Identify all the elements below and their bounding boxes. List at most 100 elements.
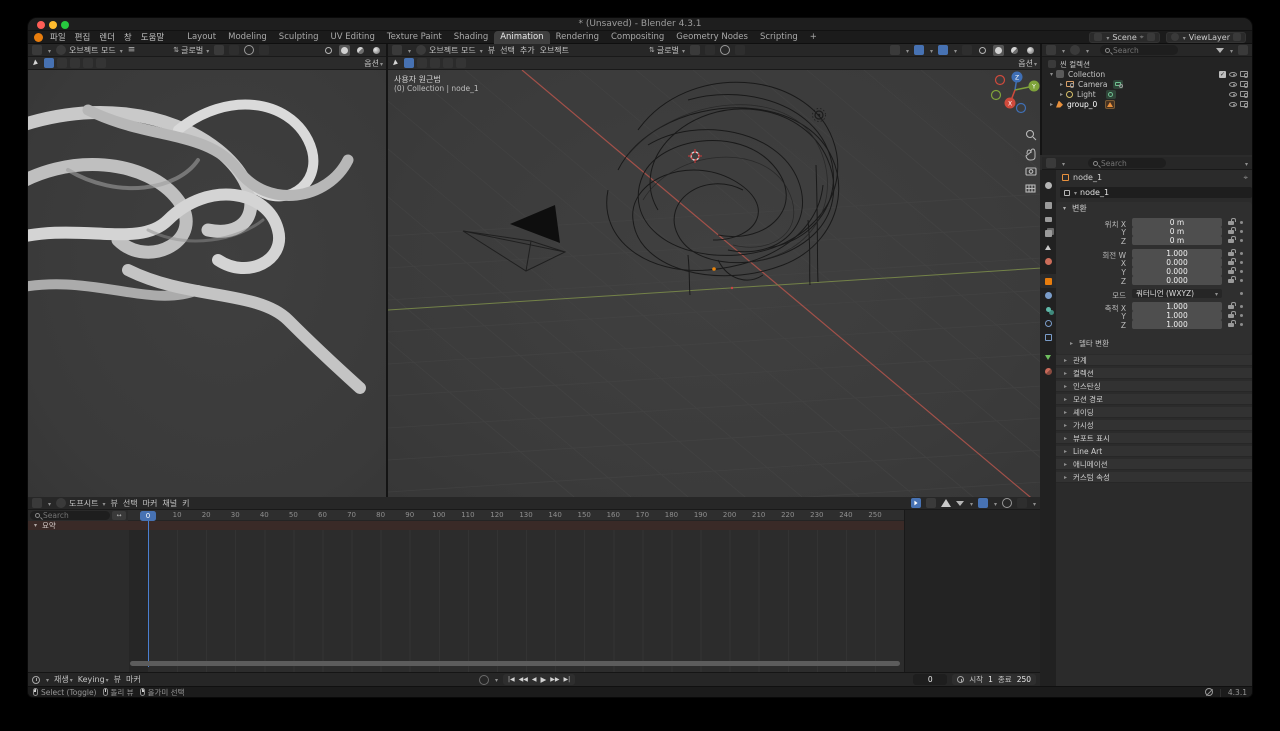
horizontal-scrollbar[interactable] xyxy=(130,661,900,666)
falloff-chevron[interactable] xyxy=(1032,499,1036,508)
close-window-button[interactable] xyxy=(37,21,45,29)
disable-render-icon[interactable] xyxy=(1240,101,1248,107)
editor-type-icon[interactable] xyxy=(32,498,42,508)
snap-icon[interactable] xyxy=(978,498,988,508)
lock-icon[interactable] xyxy=(1228,261,1234,265)
proportional-editing-icon[interactable] xyxy=(720,45,730,55)
section-collections[interactable]: ▸컬렉션 xyxy=(1056,368,1252,379)
menu-view[interactable]: 뷰 xyxy=(114,674,121,685)
section-animation[interactable]: ▸애니메이션 xyxy=(1056,459,1252,470)
section-line-art[interactable]: ▸Line Art xyxy=(1056,446,1252,457)
menu-marker[interactable]: 마커 xyxy=(143,498,158,509)
location-y-field[interactable]: 0 m xyxy=(1132,227,1222,236)
editor-type-chevron[interactable] xyxy=(47,46,51,55)
rotation-w-field[interactable]: 1.000 xyxy=(1132,249,1222,258)
object-type-visibility-icon[interactable] xyxy=(890,45,900,55)
xray-toggle-icon[interactable] xyxy=(962,45,972,55)
timeline-ruler[interactable]: 0102030405060708090100110120130140150160… xyxy=(128,510,904,521)
tab-animation[interactable]: Animation xyxy=(494,31,549,44)
filter-icon[interactable] xyxy=(956,501,964,506)
channel-search[interactable] xyxy=(30,511,110,520)
sync-icon[interactable] xyxy=(479,675,489,685)
keyframe-area[interactable] xyxy=(128,521,904,672)
falloff-icon[interactable] xyxy=(735,45,745,55)
filter-chevron[interactable] xyxy=(1229,46,1233,55)
menu-select[interactable]: 선택 xyxy=(123,498,138,509)
light-data-badge[interactable] xyxy=(1106,90,1116,99)
animate-dot-icon[interactable] xyxy=(1240,270,1243,273)
menu-file[interactable]: 파일 xyxy=(50,31,66,43)
select-mode-extend-icon[interactable] xyxy=(417,58,427,68)
lock-icon[interactable] xyxy=(1228,221,1234,225)
location-x-field[interactable]: 0 m xyxy=(1132,218,1222,227)
mode-dropdown[interactable]: 오브젝트 모드 xyxy=(56,45,123,56)
scene-selector[interactable]: Scene ⌖ xyxy=(1089,32,1159,43)
animate-dot-icon[interactable] xyxy=(1240,261,1243,264)
outliner-row-group0[interactable]: ▸ group_0 xyxy=(1042,99,1252,109)
collapse-icon[interactable]: ▸ xyxy=(1058,81,1065,88)
rotation-y-field[interactable]: 0.000 xyxy=(1132,267,1222,276)
tab-world-icon[interactable] xyxy=(1040,254,1056,268)
shading-rendered-icon[interactable] xyxy=(371,45,382,56)
outliner-search-input[interactable] xyxy=(1113,46,1173,55)
tab-render-icon[interactable] xyxy=(1040,198,1056,212)
lock-icon[interactable] xyxy=(1228,270,1234,274)
lock-icon[interactable] xyxy=(1228,323,1234,327)
tab-shading[interactable]: Shading xyxy=(448,31,495,44)
menu-help[interactable]: 도움말 xyxy=(141,31,164,43)
expand-icon[interactable]: ▾ xyxy=(1048,71,1055,78)
menu-channel[interactable]: 채널 xyxy=(162,498,177,509)
tab-texture-paint[interactable]: Texture Paint xyxy=(381,31,448,44)
collapsed-menus-button[interactable] xyxy=(128,45,136,55)
tab-physics-icon[interactable] xyxy=(1040,316,1056,330)
select-mode-extend-icon[interactable] xyxy=(57,58,67,68)
section-instancing[interactable]: ▸인스탄싱 xyxy=(1056,381,1252,392)
jump-to-end-button[interactable]: ▶| xyxy=(561,675,572,685)
animate-dot-icon[interactable] xyxy=(1240,305,1243,308)
animate-dot-icon[interactable] xyxy=(1240,323,1243,326)
channel-search-input[interactable] xyxy=(43,511,83,520)
animate-dot-icon[interactable] xyxy=(1240,230,1243,233)
shading-wireframe-icon[interactable] xyxy=(977,45,988,56)
new-collection-icon[interactable] xyxy=(1238,45,1248,55)
snap-magnet-icon[interactable] xyxy=(229,45,239,55)
menu-keying[interactable]: Keying xyxy=(78,675,109,684)
add-workspace-button[interactable]: + xyxy=(804,31,823,44)
shading-wireframe-icon[interactable] xyxy=(323,45,334,56)
properties-editor-icon[interactable] xyxy=(1046,158,1056,168)
jump-to-start-button[interactable]: |◀ xyxy=(506,675,517,685)
transform-orientation-dropdown[interactable]: ⇅ 글로벌 xyxy=(649,45,685,56)
view-layer-selector[interactable]: ViewLayer xyxy=(1166,32,1246,43)
scene-name[interactable]: Scene xyxy=(1112,33,1136,42)
current-frame-badge[interactable]: 0 xyxy=(140,511,156,521)
dope-sheet-mode-dropdown[interactable]: 도프시트 xyxy=(56,498,105,509)
editor-type-icon[interactable] xyxy=(32,45,42,55)
next-keyframe-button[interactable]: ▶▶ xyxy=(548,675,561,685)
show-gizmo-icon[interactable] xyxy=(914,45,924,55)
tab-scripting[interactable]: Scripting xyxy=(754,31,804,44)
snap-magnet-icon[interactable] xyxy=(705,45,715,55)
tab-sculpting[interactable]: Sculpting xyxy=(273,31,325,44)
hide-viewport-icon[interactable] xyxy=(1229,102,1237,107)
tab-output-icon[interactable] xyxy=(1040,212,1056,226)
previous-keyframe-button[interactable]: ◀◀ xyxy=(517,675,530,685)
editor-type-chevron[interactable] xyxy=(45,675,49,684)
view-layer-name[interactable]: ViewLayer xyxy=(1189,33,1230,42)
section-relations[interactable]: ▸관계 xyxy=(1056,355,1252,366)
tab-modeling[interactable]: Modeling xyxy=(222,31,273,44)
hide-viewport-icon[interactable] xyxy=(1229,72,1237,77)
scale-z-field[interactable]: 1.000 xyxy=(1132,320,1222,329)
outliner-editor-icon[interactable] xyxy=(1070,45,1080,55)
animate-dot-icon[interactable] xyxy=(1240,314,1243,317)
hide-viewport-icon[interactable] xyxy=(1229,92,1237,97)
menu-object[interactable]: 오브젝트 xyxy=(540,45,569,56)
tweak-tool-icon[interactable] xyxy=(31,58,41,68)
browse-object-chevron[interactable] xyxy=(1073,188,1077,197)
editor-type-chevron[interactable] xyxy=(407,46,411,55)
section-custom-properties[interactable]: ▸커스텀 속성 xyxy=(1056,472,1252,483)
tab-modifiers-icon[interactable] xyxy=(1040,288,1056,302)
menu-view[interactable]: 뷰 xyxy=(110,498,117,509)
hide-viewport-icon[interactable] xyxy=(1229,82,1237,87)
sync-chevron[interactable] xyxy=(494,675,498,684)
lock-icon[interactable] xyxy=(1228,252,1234,256)
